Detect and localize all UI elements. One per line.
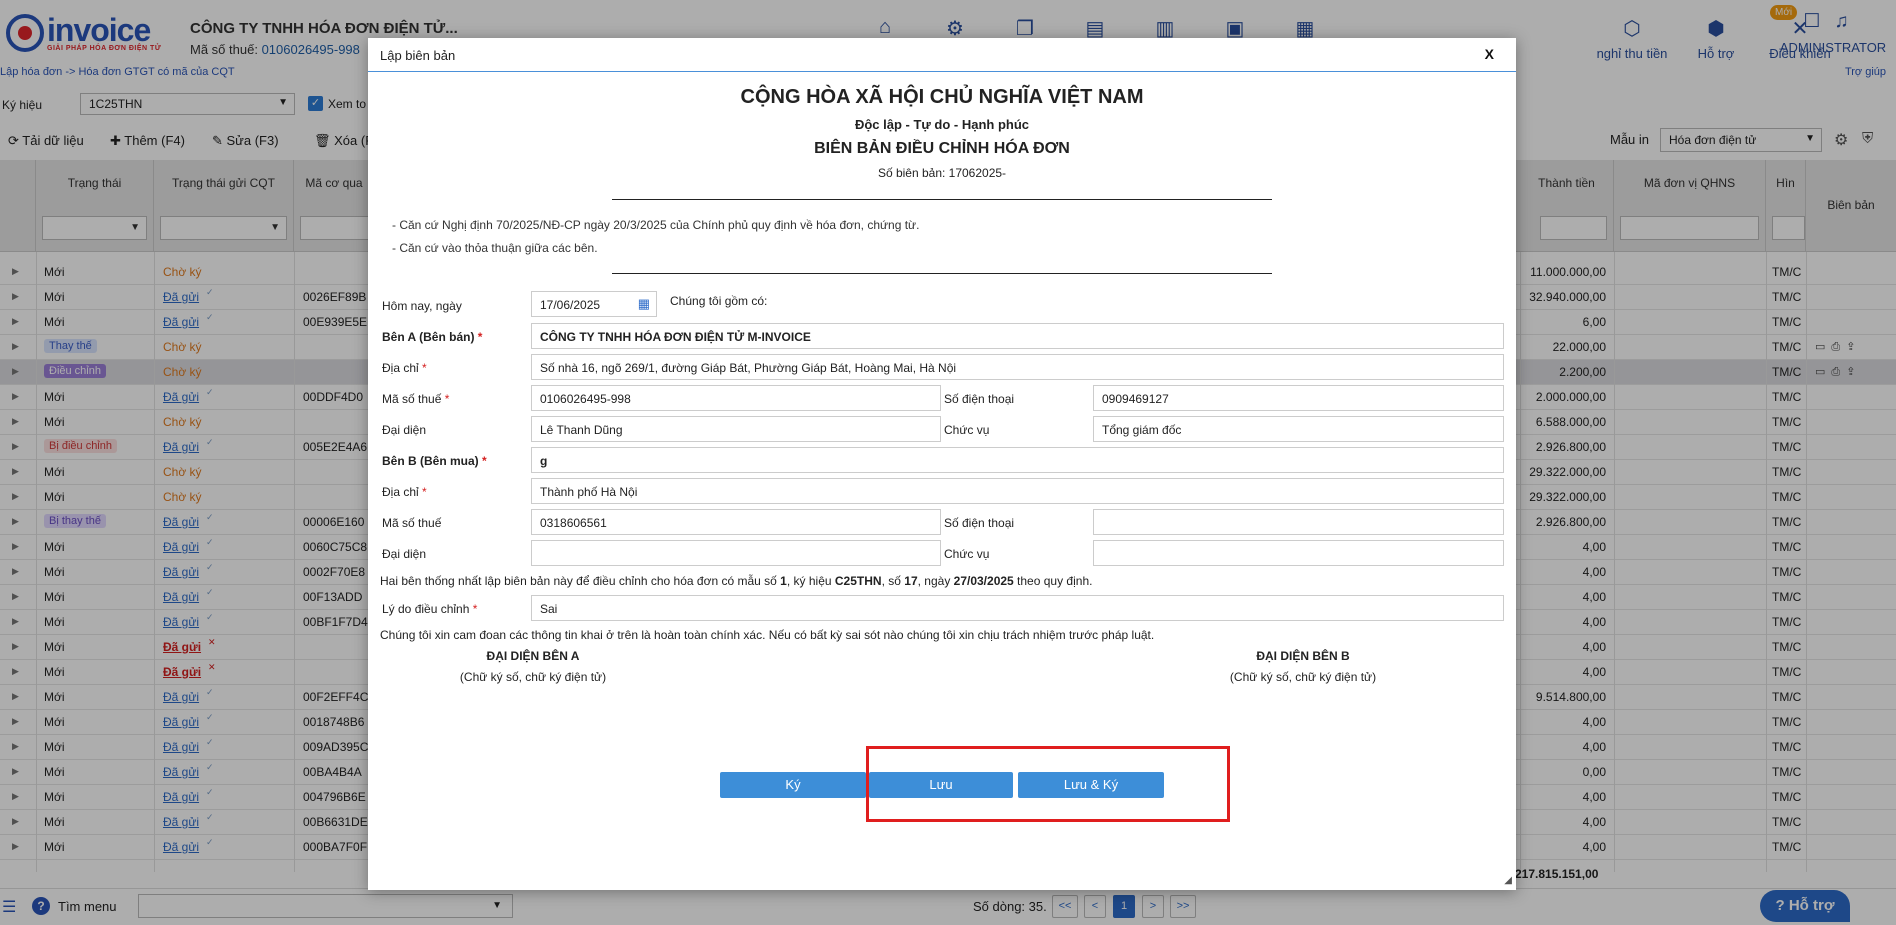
- we-include-text: Chúng tôi gồm có:: [670, 294, 768, 308]
- required-mark: *: [444, 392, 450, 406]
- record-number: Số biên bản: 17062025-: [877, 166, 1007, 180]
- required-mark: *: [472, 602, 478, 616]
- nation-heading: CỘNG HÒA XÃ HỘI CHỦ NGHĨA VIỆT NAM: [740, 86, 1144, 108]
- party-b-rep-field[interactable]: [531, 540, 941, 566]
- party-b-label: Bên B (Bên mua) *: [382, 454, 487, 468]
- agreement-part: Hai bên thống nhất lập biên bản này để đ…: [380, 574, 781, 588]
- party-a-rep-label: Đại diện: [382, 423, 427, 437]
- party-a-phone-label: Số điện thoại: [944, 392, 1015, 406]
- party-b-tax-field[interactable]: 0318606561: [531, 509, 941, 535]
- party-a-tax-field[interactable]: 0106026495-998: [531, 385, 941, 411]
- date-value: 17/06/2025: [540, 298, 601, 312]
- party-b-address-field[interactable]: Thành phố Hà Nội: [531, 478, 1504, 504]
- motto: Độc lập - Tự do - Hạnh phúc: [854, 117, 1030, 132]
- party-a-tax-label: Mã số thuế *: [382, 392, 449, 406]
- invoice-symbol: C25THN: [834, 574, 882, 588]
- highlight-box: [866, 746, 1230, 822]
- divider: [612, 199, 1272, 200]
- date-field[interactable]: 17/06/2025 ▦: [531, 291, 657, 317]
- required-mark: *: [422, 361, 427, 375]
- party-b-position-label: Chức vụ: [944, 547, 990, 561]
- reason-label-text: Lý do điều chỉnh: [382, 602, 470, 616]
- party-b-phone-label: Số điện thoại: [944, 516, 1015, 530]
- party-a-address-field[interactable]: Số nhà 16, ngõ 269/1, đường Giáp Bát, Ph…: [531, 354, 1504, 380]
- party-a-rep-field[interactable]: Lê Thanh Dũng: [531, 416, 941, 442]
- divider: [612, 273, 1272, 274]
- party-b-position-field[interactable]: [1093, 540, 1504, 566]
- signature-party-a: ĐẠI DIỆN BÊN A (Chữ ký số, chữ ký điện t…: [428, 649, 638, 684]
- close-button[interactable]: X: [1485, 46, 1494, 62]
- sign-button[interactable]: Ký: [720, 772, 866, 798]
- dialog-header: Lập biên bản X: [368, 38, 1516, 72]
- required-mark: *: [422, 485, 427, 499]
- agreement-part: , số: [881, 574, 905, 588]
- party-b-name-field[interactable]: g: [531, 447, 1504, 473]
- party-a-label-text: Bên A (Bên bán): [382, 330, 475, 344]
- agreement-part: theo quy định.: [1013, 574, 1093, 588]
- invoice-number: 17: [904, 574, 918, 588]
- party-a-name-field[interactable]: CÔNG TY TNHH HÓA ĐƠN ĐIỆN TỬ M-INVOICE: [531, 323, 1504, 349]
- party-b-rep-label: Đại diện: [382, 547, 427, 561]
- signature-b-note: (Chữ ký số, chữ ký điện tử): [1229, 670, 1377, 684]
- calendar-icon[interactable]: ▦: [638, 296, 650, 312]
- address-label-text: Địa chỉ: [382, 361, 419, 375]
- address-label-text: Địa chỉ: [382, 485, 419, 499]
- document-title: BIÊN BẢN ĐIỀU CHỈNH HÓA ĐƠN: [814, 140, 1070, 157]
- party-b-tax-label: Mã số thuế: [382, 516, 442, 530]
- signature-b-title: ĐẠI DIỆN BÊN B: [1256, 649, 1350, 663]
- invoice-date: 27/03/2025: [953, 574, 1014, 588]
- required-mark: *: [477, 330, 483, 344]
- agreement-part: , ký hiệu: [786, 574, 835, 588]
- invoice-form-number: 1: [780, 574, 787, 588]
- commitment-text: Chúng tôi xin cam đoan các thông tin kha…: [380, 628, 1155, 642]
- reason-field[interactable]: Sai: [531, 595, 1504, 621]
- signature-a-note: (Chữ ký số, chữ ký điện tử): [459, 670, 607, 684]
- legal-basis-2: - Căn cứ vào thỏa thuận giữa các bên.: [392, 241, 598, 255]
- agreement-text: Hai bên thống nhất lập biên bản này để đ…: [380, 574, 1092, 588]
- party-a-position-label: Chức vụ: [944, 423, 990, 437]
- signature-a-title: ĐẠI DIỆN BÊN A: [486, 649, 580, 663]
- party-a-phone-field[interactable]: 0909469127: [1093, 385, 1504, 411]
- party-a-address-label: Địa chỉ *: [382, 361, 427, 375]
- required-mark: *: [482, 454, 487, 468]
- party-b-label-text: Bên B (Bên mua): [382, 454, 479, 468]
- signature-party-b: ĐẠI DIỆN BÊN B (Chữ ký số, chữ ký điện t…: [1198, 649, 1408, 684]
- party-a-label: Bên A (Bên bán) *: [382, 330, 482, 344]
- tax-label-text: Mã số thuế: [382, 392, 442, 406]
- dialog-title: Lập biên bản: [380, 48, 456, 63]
- party-a-position-field[interactable]: Tổng giám đốc: [1093, 416, 1504, 442]
- date-label: Hôm nay, ngày: [382, 299, 462, 313]
- resize-handle-icon[interactable]: ◢: [1504, 875, 1512, 886]
- party-b-phone-field[interactable]: [1093, 509, 1504, 535]
- party-b-address-label: Địa chỉ *: [382, 485, 427, 499]
- agreement-part: , ngày: [917, 574, 954, 588]
- reason-label: Lý do điều chỉnh *: [382, 602, 477, 616]
- legal-basis-1: - Căn cứ Nghị định 70/2025/NĐ-CP ngày 20…: [392, 218, 920, 232]
